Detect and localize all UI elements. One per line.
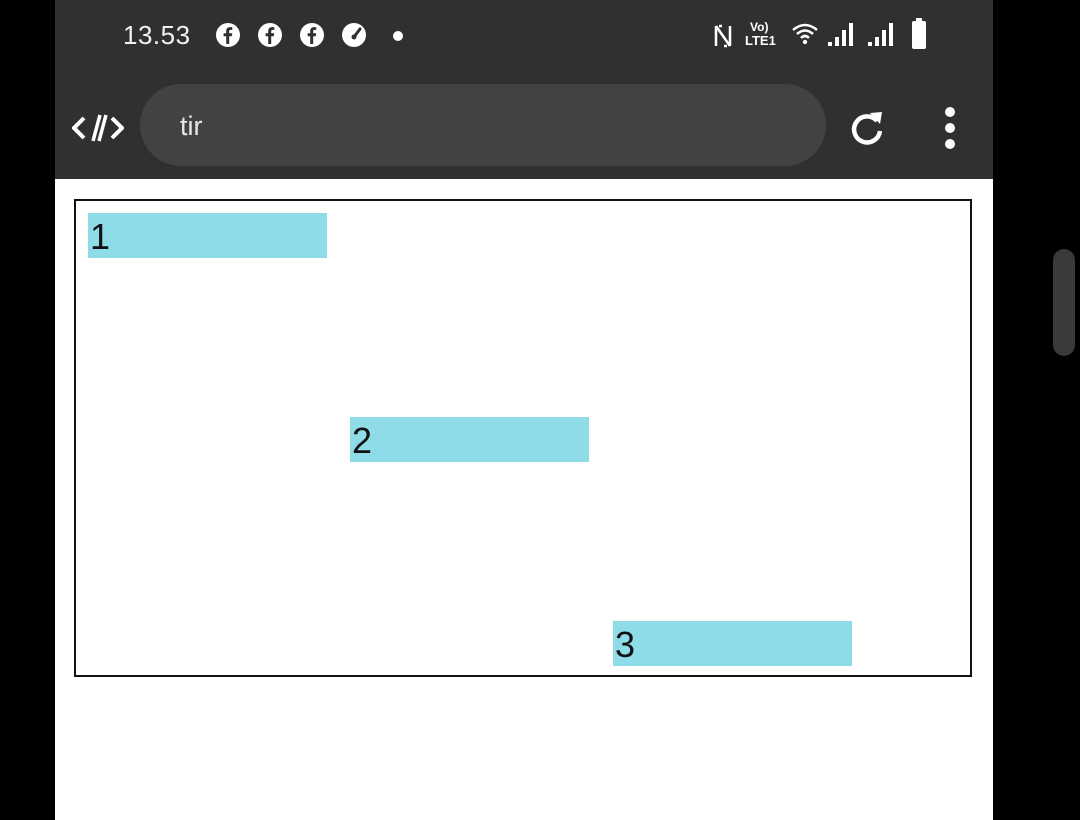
browser-toolbar: tir (55, 72, 993, 179)
speedometer-icon (342, 23, 366, 47)
nfc-icon (714, 24, 732, 48)
battery-icon (912, 18, 926, 49)
status-time: 13.53 (123, 20, 191, 50)
bordered-container: 1 2 3 (74, 199, 972, 677)
page-content: 1 2 3 (55, 179, 993, 820)
bar-item-3: 3 (613, 621, 852, 666)
facebook-icon (216, 23, 240, 47)
scroll-handle[interactable] (1053, 249, 1075, 356)
phone-screen: 13.53 Vo) LTE1 tir 1 2 3 (55, 0, 993, 820)
signal-icon (828, 23, 853, 46)
status-bar: 13.53 Vo) LTE1 (55, 0, 993, 72)
bar-item-2: 2 (350, 417, 589, 462)
more-vert-icon[interactable] (935, 106, 965, 150)
bar-label: 3 (615, 624, 636, 665)
bar-label: 1 (90, 216, 111, 257)
code-logo-icon[interactable] (72, 113, 124, 143)
signal-icon (868, 23, 893, 46)
more-notifications-dot (393, 31, 403, 41)
reload-icon[interactable] (847, 108, 887, 148)
facebook-icon (300, 23, 324, 47)
address-bar[interactable]: tir (140, 84, 826, 166)
volte-icon: Vo) LTE1 (745, 20, 776, 48)
bar-label: 2 (352, 420, 373, 461)
facebook-icon (258, 23, 282, 47)
address-text: tir (180, 111, 203, 141)
wifi-icon (792, 23, 818, 45)
bar-item-1: 1 (88, 213, 327, 258)
